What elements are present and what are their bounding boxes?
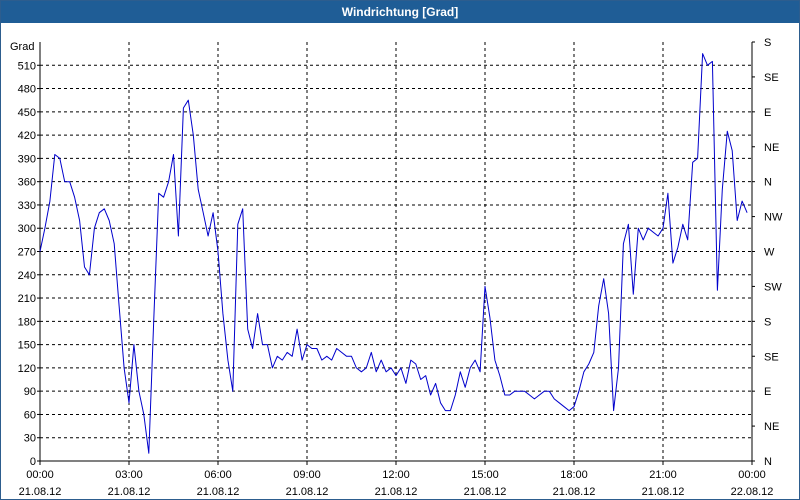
x-tick-date: 21.08.12 [286,486,329,498]
x-tick-time: 00:00 [26,469,54,481]
x-tick-date: 21.08.12 [19,486,62,498]
right-axis-label: SE [764,72,779,84]
right-axis-label: E [764,386,771,398]
x-tick-time: 12:00 [382,469,410,481]
y-tick-label: 330 [18,200,36,212]
y-tick-label: 480 [18,84,36,96]
right-axis-label: N [764,456,772,468]
right-axis-label: S [764,316,771,328]
x-tick-time: 03:00 [115,469,143,481]
right-axis-label: S [764,37,771,49]
y-tick-label: 0 [30,456,36,468]
y-tick-label: 270 [18,247,36,259]
x-tick-time: 21:00 [649,469,677,481]
x-tick-time: 15:00 [471,469,499,481]
x-tick-date: 21.08.12 [464,486,507,498]
x-tick-time: 06:00 [204,469,232,481]
x-tick-date: 22.08.12 [731,486,774,498]
x-tick-date: 21.08.12 [553,486,596,498]
x-tick-date: 21.08.12 [642,486,685,498]
x-tick-date: 21.08.12 [108,486,151,498]
right-axis-label: NE [764,142,779,154]
right-axis-label: SW [764,281,782,293]
x-tick-time: 00:00 [738,469,766,481]
y-axis-label: Grad [10,41,34,53]
x-tick-date: 21.08.12 [197,486,240,498]
right-axis-label: NE [764,421,779,433]
right-axis-label: W [764,247,775,259]
series-layer [39,53,748,454]
y-tick-label: 120 [18,363,36,375]
x-tick-time: 18:00 [560,469,588,481]
y-tick-label: 60 [24,409,36,421]
y-tick-label: 510 [18,60,36,72]
y-tick-label: 90 [24,386,36,398]
right-axis-label: N [764,177,772,189]
y-tick-label: 300 [18,223,36,235]
x-tick-date: 21.08.12 [375,486,418,498]
y-tick-label: 210 [18,293,36,305]
right-axis-label: NW [764,212,783,224]
grid-layer [40,42,752,461]
series-line-windrichtung [39,53,748,454]
x-tick-time: 09:00 [293,469,321,481]
chart-plot: 0 30 60 90 120 150 180 210 240 270 300 330 360 390 420… [10,37,783,498]
y-tick-label: 390 [18,153,36,165]
right-axis-label: E [764,107,771,119]
y-tick-label: 420 [18,130,36,142]
right-axis-label: SE [764,351,779,363]
y-tick-label: 450 [18,107,36,119]
y-tick-label: 240 [18,270,36,282]
y-tick-label: 30 [24,433,36,445]
y-tick-label: 180 [18,316,36,328]
y-tick-label: 360 [18,177,36,189]
y-tick-label: 150 [18,340,36,352]
